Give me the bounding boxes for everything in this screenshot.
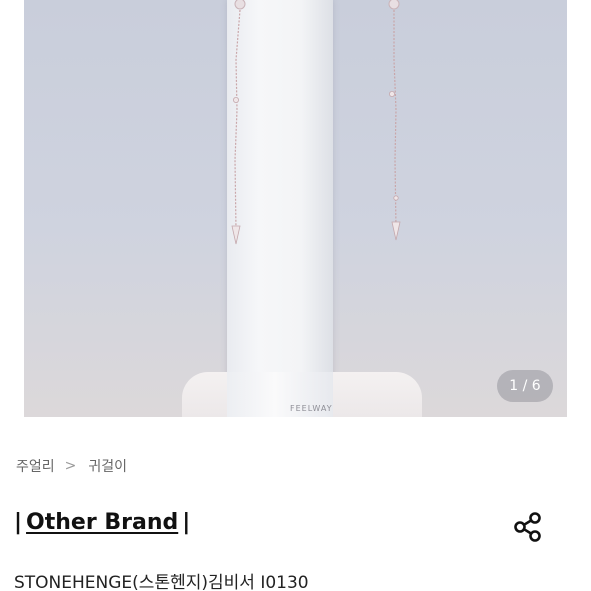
product-detail-page: FEELWAY 1 / 6 주얼리 > 귀걸이 | Other Brand | … (0, 0, 591, 591)
brand-link[interactable]: | Other Brand | (14, 510, 190, 535)
product-image-gallery[interactable]: FEELWAY 1 / 6 (24, 0, 567, 417)
share-icon (512, 511, 544, 547)
product-title: STONEHENGE(스톤헨지)김비서 I0130 (14, 573, 309, 591)
chevron-right-icon: > (64, 458, 77, 474)
image-watermark: FEELWAY (290, 404, 333, 413)
breadcrumb-item-earrings[interactable]: 귀걸이 (88, 456, 127, 476)
brand-name: Other Brand (26, 510, 179, 535)
brand-bar-left: | (14, 510, 23, 535)
breadcrumb: 주얼리 > 귀걸이 (16, 456, 127, 476)
image-pager: 1 / 6 (497, 370, 553, 402)
brand-bar-right: | (182, 510, 191, 535)
share-button[interactable] (511, 512, 545, 546)
breadcrumb-item-jewelry[interactable]: 주얼리 (16, 456, 55, 476)
